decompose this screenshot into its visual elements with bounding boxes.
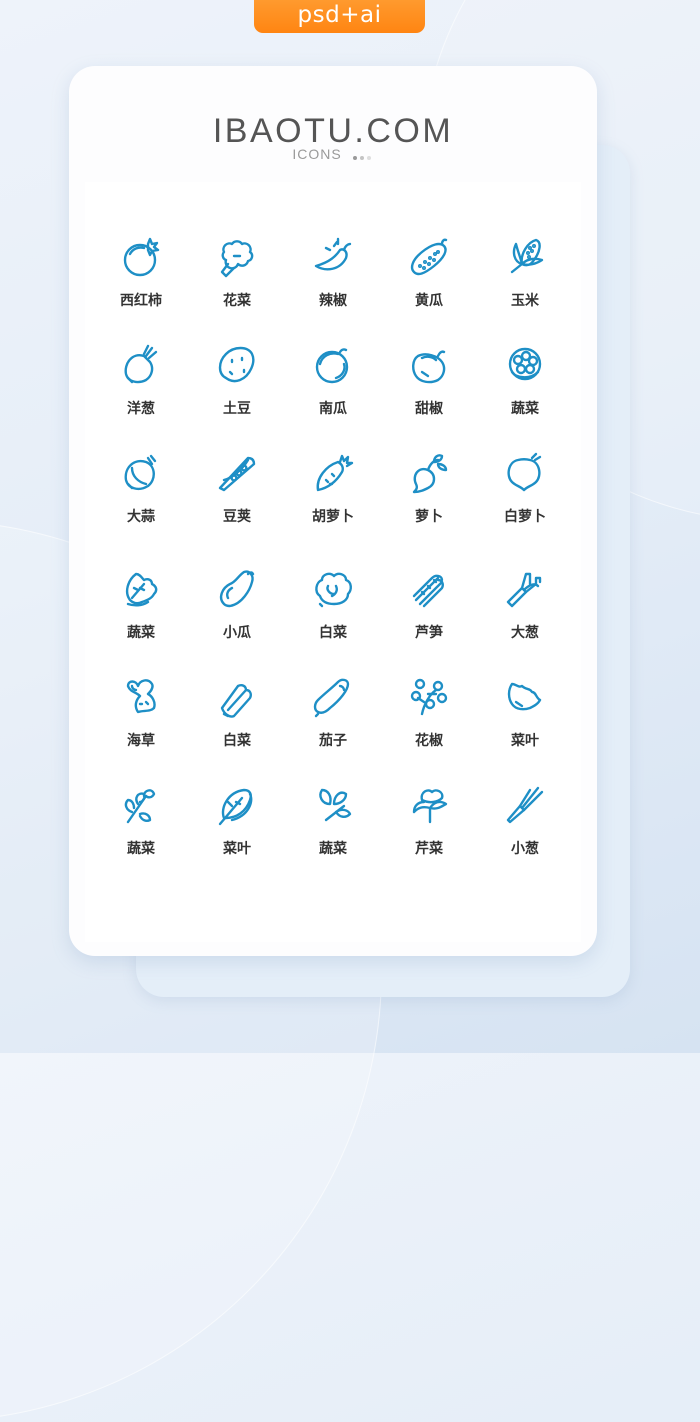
carrot-icon <box>316 454 354 492</box>
icon-tile: 菜叶 <box>189 782 285 882</box>
icon-tile: 玉米 <box>477 234 573 334</box>
icon-label: 土豆 <box>223 401 251 417</box>
icon-label: 蔬菜 <box>319 841 347 857</box>
bell-pepper-icon <box>412 350 446 384</box>
icon-tile: 南瓜 <box>285 342 381 442</box>
icon-label: 胡萝卜 <box>312 509 354 525</box>
icon-tile: 甜椒 <box>381 342 477 442</box>
icon-tile: 豆荚 <box>189 450 285 550</box>
broccoli-icon <box>220 240 254 278</box>
tomato-icon <box>123 237 160 277</box>
eggplant-icon <box>313 678 350 718</box>
icon-label: 辣椒 <box>319 293 347 309</box>
icon-label: 南瓜 <box>319 401 347 417</box>
icon-label: 大蒜 <box>127 509 155 525</box>
icon-tile: 萝卜 <box>381 450 477 550</box>
icon-label: 白菜 <box>319 625 347 641</box>
icon-tile: 蔬菜 <box>285 782 381 882</box>
icon-tile: 胡萝卜 <box>285 450 381 550</box>
turnip-icon <box>507 452 542 492</box>
icon-tile: 西红柿 <box>93 234 189 334</box>
icon-tile: 小瓜 <box>189 566 285 666</box>
parsley-icon <box>412 789 448 824</box>
format-badge: psd+ai <box>254 0 425 33</box>
icon-tile: 白萝卜 <box>477 450 573 550</box>
icon-label: 花菜 <box>223 293 251 309</box>
icon-tile: 大葱 <box>477 566 573 666</box>
icon-label: 芹菜 <box>415 841 443 857</box>
seaweed-icon <box>126 679 156 714</box>
potato-icon <box>218 346 255 383</box>
icon-tile: 芦笋 <box>381 566 477 666</box>
icon-tile: 辣椒 <box>285 234 381 334</box>
icon-tile: 海草 <box>93 674 189 774</box>
pumpkin-icon <box>315 348 349 384</box>
icon-tile: 白菜 <box>189 674 285 774</box>
bok-choy-icon <box>220 684 252 718</box>
icon-label: 黄瓜 <box>415 293 443 309</box>
chili-icon <box>314 237 352 271</box>
icon-label: 菜叶 <box>511 733 539 749</box>
icon-label: 大葱 <box>511 625 539 641</box>
icon-label: 西红柿 <box>120 293 162 309</box>
icon-label: 菜叶 <box>223 841 251 857</box>
squash-icon <box>219 570 255 608</box>
cauliflower-icon <box>508 347 542 381</box>
icon-tile: 土豆 <box>189 342 285 442</box>
icon-label: 洋葱 <box>127 401 155 417</box>
leek-icon <box>506 572 542 608</box>
icon-tile: 小葱 <box>477 782 573 882</box>
icon-tile: 洋葱 <box>93 342 189 442</box>
icon-label: 玉米 <box>511 293 539 309</box>
icon-label: 白菜 <box>223 733 251 749</box>
icon-tile: 大蒜 <box>93 450 189 550</box>
icon-tile: 白菜 <box>285 566 381 666</box>
subtitle: ICONS <box>69 146 597 163</box>
herb-sprig-icon <box>124 789 156 824</box>
icon-tile: 黄瓜 <box>381 234 477 334</box>
peppercorn-icon <box>410 678 448 716</box>
icon-label: 蔬菜 <box>127 841 155 857</box>
radish-icon <box>412 454 448 494</box>
basil-icon <box>319 788 352 822</box>
icon-tile: 芹菜 <box>381 782 477 882</box>
icon-label: 萝卜 <box>415 509 443 525</box>
lettuce-icon <box>125 572 158 607</box>
pea-pod-icon <box>218 456 256 492</box>
icon-label: 海草 <box>127 733 155 749</box>
onion-icon <box>124 344 158 384</box>
spinach-leaf-icon <box>218 788 253 826</box>
scallion-icon <box>506 786 544 824</box>
icon-tile: 花菜 <box>189 234 285 334</box>
icon-label: 茄子 <box>319 733 347 749</box>
dots-decoration <box>352 147 374 163</box>
icon-label: 甜椒 <box>415 401 443 417</box>
cabbage-icon <box>315 572 352 608</box>
icon-tile: 蔬菜 <box>477 342 573 442</box>
icon-label: 白萝卜 <box>504 509 546 525</box>
icon-label: 蔬菜 <box>511 401 539 417</box>
icon-label: 蔬菜 <box>127 625 155 641</box>
kale-leaf-icon <box>507 682 542 711</box>
subtitle-text: ICONS <box>292 146 342 162</box>
icon-label: 小葱 <box>511 841 539 857</box>
icon-panel: 西红柿 花菜 辣椒 黄瓜 玉米 洋葱 土豆 南瓜 甜椒 蔬菜 大蒜 豆荚 胡萝卜 萝卜 白萝卜 蔬菜 小瓜 白菜芦… <box>85 182 581 942</box>
corn-icon <box>510 238 544 274</box>
icon-label: 豆荚 <box>223 509 251 525</box>
icon-label: 芦笋 <box>415 625 443 641</box>
icon-label: 小瓜 <box>223 625 251 641</box>
icon-sheet-card: IBAOTU.COM ICONS 西红柿 花菜 辣椒 黄瓜 玉米 洋葱 土豆 南瓜 甜椒 蔬菜 大蒜… <box>69 66 597 956</box>
icon-tile: 菜叶 <box>477 674 573 774</box>
icon-tile: 茄子 <box>285 674 381 774</box>
asparagus-icon <box>412 574 444 608</box>
icon-tile: 花椒 <box>381 674 477 774</box>
garlic-icon <box>124 454 157 491</box>
icon-label: 花椒 <box>415 733 443 749</box>
icon-tile: 蔬菜 <box>93 566 189 666</box>
icon-tile: 蔬菜 <box>93 782 189 882</box>
cucumber-icon <box>410 238 448 276</box>
